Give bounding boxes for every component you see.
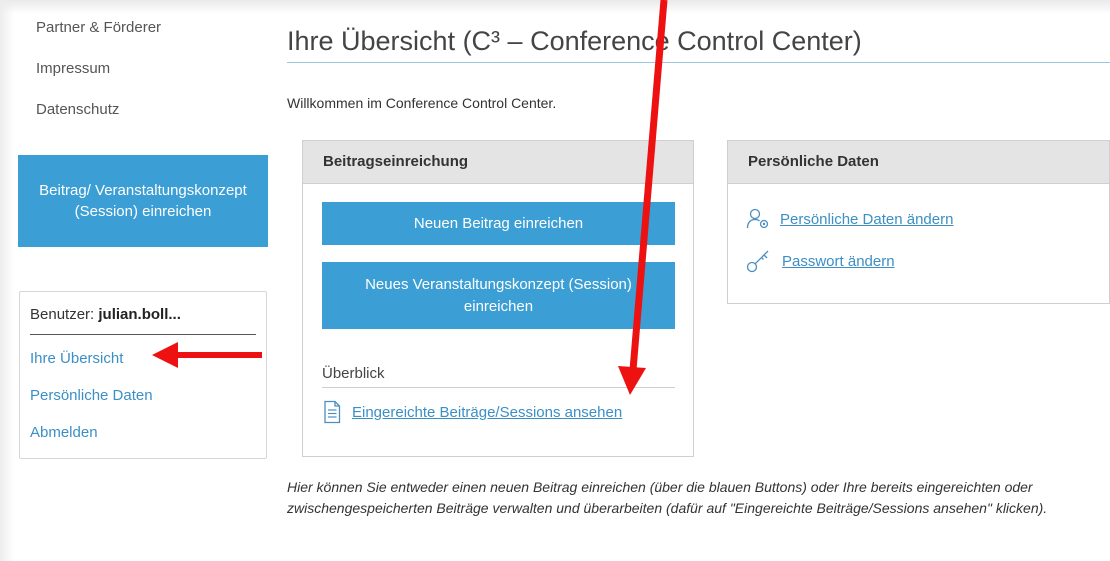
change-password-link[interactable]: Passwort ändern bbox=[782, 253, 895, 270]
submit-contribution-button[interactable]: Beitrag/ Veranstaltungskonzept (Session)… bbox=[18, 155, 268, 247]
new-session-button[interactable]: Neues Veranstaltungskonzept (Session) ei… bbox=[322, 262, 675, 329]
submission-panel: Beitragseinreichung Neuen Beitrag einrei… bbox=[302, 140, 694, 457]
overview-divider bbox=[322, 387, 675, 388]
user-prefix: Benutzer: bbox=[30, 306, 95, 323]
submission-panel-heading: Beitragseinreichung bbox=[303, 141, 693, 184]
personal-data-panel: Persönliche Daten Persönliche Daten ände… bbox=[727, 140, 1110, 304]
user-name: julian.boll... bbox=[98, 306, 181, 323]
sidebar-link-impressum[interactable]: Impressum bbox=[36, 60, 110, 77]
user-header: Benutzer: julian.boll... bbox=[30, 306, 256, 335]
page-title: Ihre Übersicht (C³ – Conference Control … bbox=[287, 26, 862, 56]
sidebar-link-datenschutz[interactable]: Datenschutz bbox=[36, 101, 119, 118]
left-shadow bbox=[0, 0, 14, 561]
personal-data-panel-heading: Persönliche Daten bbox=[728, 141, 1109, 184]
menu-link-logout[interactable]: Abmelden bbox=[30, 424, 98, 441]
change-personal-data-link[interactable]: Persönliche Daten ändern bbox=[780, 211, 953, 228]
help-text: Hier können Sie entweder einen neuen Bei… bbox=[287, 479, 1048, 516]
top-shadow bbox=[0, 0, 1110, 14]
view-submissions-link[interactable]: Eingereichte Beiträge/Sessions ansehen bbox=[352, 404, 622, 421]
change-data-row: Persönliche Daten ändern bbox=[746, 208, 953, 230]
menu-link-overview[interactable]: Ihre Übersicht bbox=[30, 350, 123, 367]
user-menu-box: Benutzer: julian.boll... Ihre Übersicht … bbox=[19, 291, 267, 459]
change-password-row: Passwort ändern bbox=[746, 249, 895, 273]
sidebar-link-partner[interactable]: Partner & Förderer bbox=[36, 19, 161, 36]
user-settings-icon bbox=[746, 208, 770, 230]
overview-label: Überblick bbox=[322, 365, 385, 382]
document-icon bbox=[322, 400, 342, 424]
menu-link-personal-data[interactable]: Persönliche Daten bbox=[30, 387, 153, 404]
title-divider bbox=[287, 62, 1110, 63]
key-icon bbox=[746, 249, 772, 273]
view-submissions-row: Eingereichte Beiträge/Sessions ansehen bbox=[322, 400, 622, 424]
new-contribution-button[interactable]: Neuen Beitrag einreichen bbox=[322, 202, 675, 245]
welcome-text: Willkommen im Conference Control Center. bbox=[287, 95, 557, 111]
